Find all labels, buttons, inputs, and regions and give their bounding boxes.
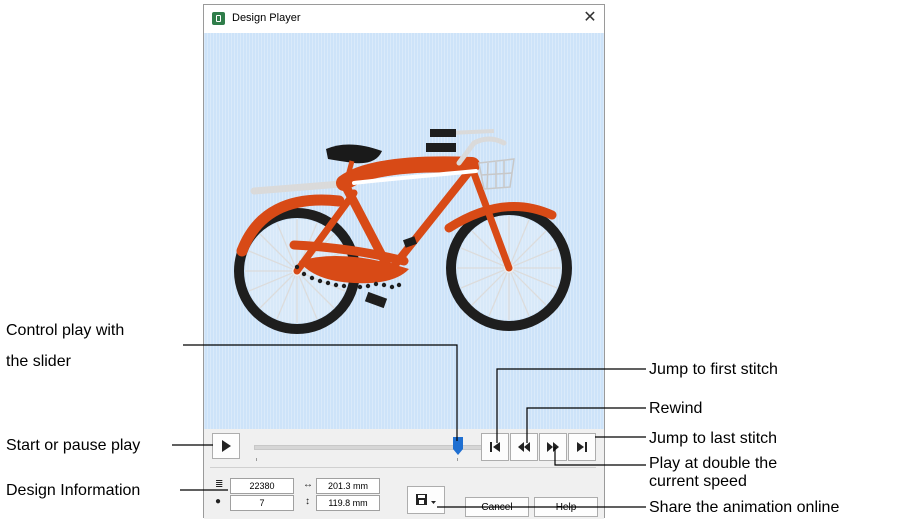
annotation-rewind: Rewind [649, 400, 703, 417]
annotation-last-stitch: Jump to last stitch [649, 430, 778, 447]
first-stitch-callout-line [496, 368, 646, 443]
annotation-double-speed-line2: current speed [649, 473, 747, 490]
annotation-slider-line2: the slider [6, 353, 71, 370]
rewind-callout-line [526, 407, 646, 443]
annotation-start-pause: Start or pause play [6, 437, 141, 454]
annotation-share: Share the animation online [649, 499, 840, 516]
slider-callout-line [183, 344, 458, 441]
annotation-first-stitch: Jump to first stitch [649, 361, 778, 378]
double-speed-callout-line [554, 447, 646, 466]
annotation-slider-line1: Control play with [6, 322, 125, 339]
annotation-design-info: Design Information [6, 482, 141, 499]
annotation-double-speed-line1: Play at double the [649, 455, 778, 472]
